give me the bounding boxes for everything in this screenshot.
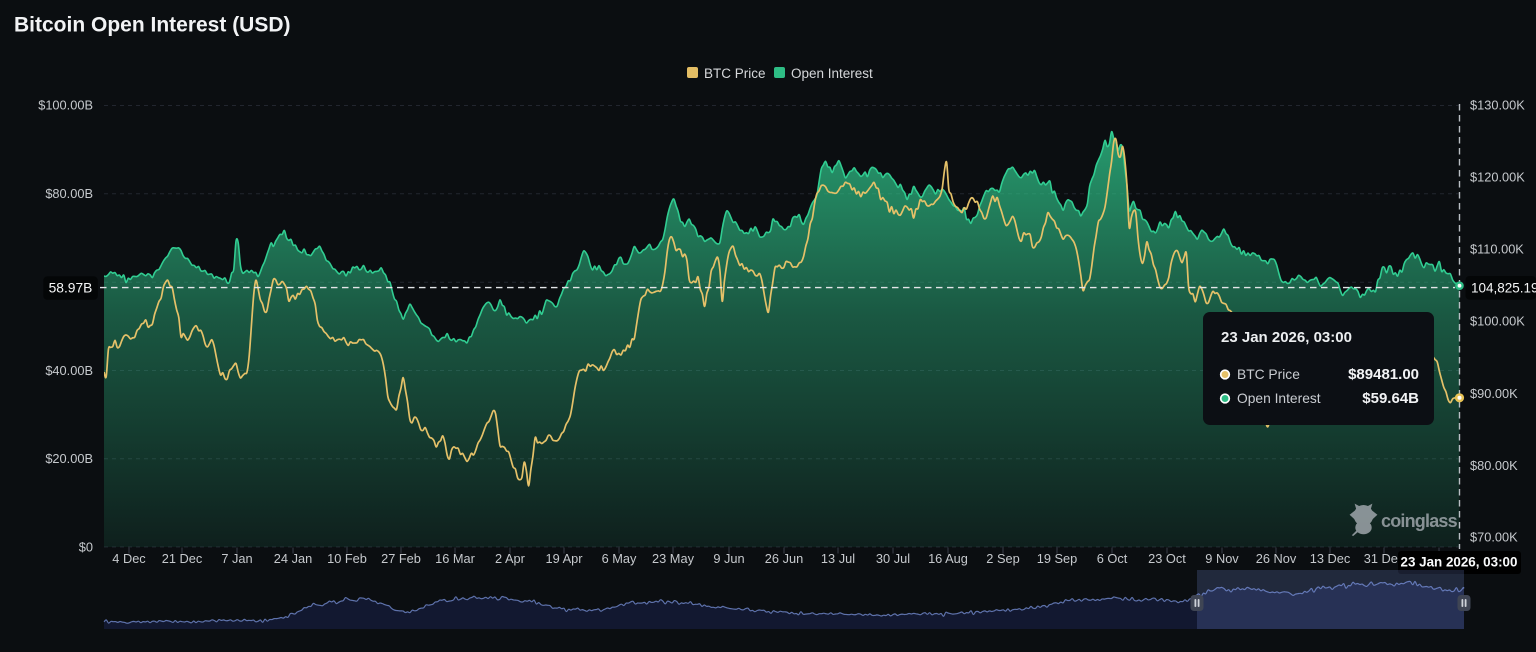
svg-text:$110.00K: $110.00K	[1470, 242, 1524, 257]
svg-text:26 Jun: 26 Jun	[765, 551, 803, 566]
svg-text:2 Sep: 2 Sep	[986, 551, 1019, 566]
svg-text:Open Interest: Open Interest	[1237, 391, 1321, 406]
svg-text:BTC Price: BTC Price	[704, 66, 766, 81]
svg-text:BTC Price: BTC Price	[1237, 367, 1300, 382]
svg-text:23 Jan 2026, 03:00: 23 Jan 2026, 03:00	[1221, 329, 1352, 346]
svg-text:6 May: 6 May	[602, 551, 637, 566]
svg-text:6 Oct: 6 Oct	[1097, 551, 1128, 566]
svg-text:$0: $0	[79, 540, 93, 555]
svg-text:coinglass: coinglass	[1381, 511, 1458, 531]
svg-text:Bitcoin Open Interest (USD): Bitcoin Open Interest (USD)	[14, 14, 291, 37]
svg-text:24 Jan: 24 Jan	[274, 551, 312, 566]
svg-text:$59.64B: $59.64B	[1362, 390, 1419, 407]
svg-text:$90.00K: $90.00K	[1470, 386, 1518, 401]
svg-text:$80.00K: $80.00K	[1470, 458, 1518, 473]
svg-text:19 Sep: 19 Sep	[1037, 551, 1078, 566]
svg-text:$40.00B: $40.00B	[45, 363, 93, 378]
svg-text:23 Jan 2026, 03:00: 23 Jan 2026, 03:00	[1401, 555, 1518, 570]
svg-text:$130.00K: $130.00K	[1470, 98, 1525, 113]
svg-text:19 Apr: 19 Apr	[546, 551, 584, 566]
svg-text:23 Oct: 23 Oct	[1148, 551, 1186, 566]
svg-text:13 Jul: 13 Jul	[821, 551, 855, 566]
svg-text:16 Aug: 16 Aug	[928, 551, 968, 566]
svg-text:$120.00K: $120.00K	[1470, 170, 1525, 185]
svg-text:21 Dec: 21 Dec	[162, 551, 203, 566]
svg-text:58.97B: 58.97B	[49, 281, 93, 296]
svg-text:13 Dec: 13 Dec	[1310, 551, 1351, 566]
svg-text:16 Mar: 16 Mar	[435, 551, 476, 566]
svg-text:27 Feb: 27 Feb	[381, 551, 421, 566]
svg-text:$80.00B: $80.00B	[45, 186, 93, 201]
svg-text:7 Jan: 7 Jan	[221, 551, 252, 566]
svg-text:$100.00B: $100.00B	[38, 98, 93, 113]
svg-text:$100.00K: $100.00K	[1470, 314, 1525, 329]
svg-text:2 Apr: 2 Apr	[495, 551, 526, 566]
svg-text:104,825.19: 104,825.19	[1471, 281, 1536, 296]
svg-text:$20.00B: $20.00B	[45, 451, 93, 466]
svg-text:23 May: 23 May	[652, 551, 695, 566]
svg-text:$89481.00: $89481.00	[1348, 366, 1419, 383]
svg-text:$70.00K: $70.00K	[1470, 530, 1518, 545]
svg-text:30 Jul: 30 Jul	[876, 551, 910, 566]
svg-text:4 Dec: 4 Dec	[112, 551, 146, 566]
svg-text:9 Jun: 9 Jun	[713, 551, 744, 566]
svg-text:9 Nov: 9 Nov	[1205, 551, 1239, 566]
svg-text:Open Interest: Open Interest	[791, 66, 873, 81]
svg-text:10 Feb: 10 Feb	[327, 551, 367, 566]
svg-text:26 Nov: 26 Nov	[1256, 551, 1297, 566]
